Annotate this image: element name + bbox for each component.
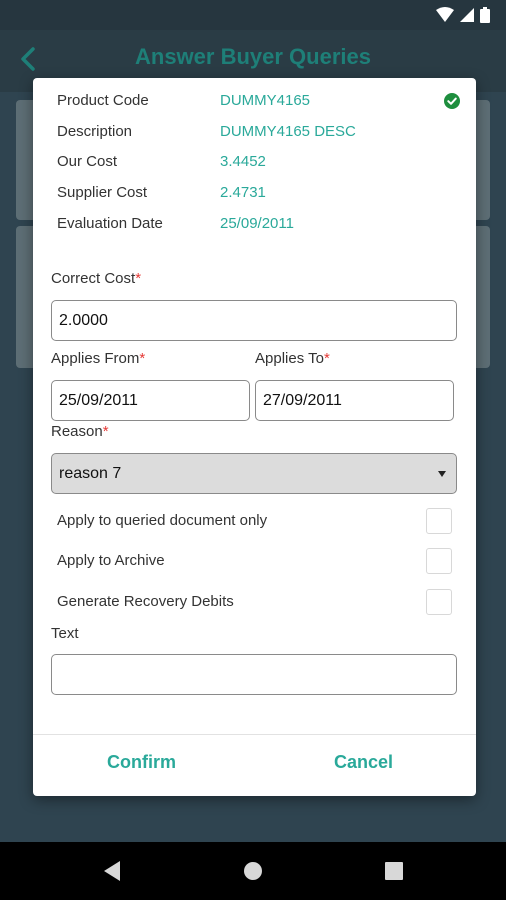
apply-to-archive-label: Apply to Archive <box>57 552 165 569</box>
correct-cost-label-text: Correct Cost <box>51 270 136 287</box>
confirm-button[interactable]: Confirm <box>107 752 176 773</box>
required-marker: * <box>102 423 109 440</box>
generate-recovery-debits-row: Generate Recovery Debits <box>57 589 452 617</box>
correct-cost-input[interactable]: 2.0000 <box>51 300 457 341</box>
our-cost-label: Our Cost <box>57 153 118 170</box>
apply-to-archive-checkbox[interactable] <box>426 548 452 574</box>
check-circle-icon <box>444 93 460 109</box>
reason-label-text: Reason <box>51 423 103 440</box>
text-label: Text <box>51 625 79 642</box>
applies-from-label: Applies From* <box>51 350 145 367</box>
description-value: DUMMY4165 DESC <box>220 123 356 140</box>
required-marker: * <box>323 350 330 367</box>
generate-recovery-debits-label: Generate Recovery Debits <box>57 593 234 610</box>
description-label: Description <box>57 123 133 140</box>
applies-from-label-text: Applies From <box>51 350 140 367</box>
answer-query-dialog: Product Code DUMMY4165 Description DUMMY… <box>33 78 476 796</box>
correct-cost-value: 2.0000 <box>59 311 108 329</box>
reason-select[interactable]: reason 7 <box>51 453 457 494</box>
evaluation-date-value: 25/09/2011 <box>220 215 294 232</box>
navigation-bar <box>0 842 506 900</box>
applies-to-input[interactable]: 27/09/2011 <box>255 380 454 421</box>
evaluation-date-label: Evaluation Date <box>57 215 163 232</box>
home-nav-icon[interactable] <box>243 860 263 882</box>
apply-to-queried-document-label: Apply to queried document only <box>57 512 268 529</box>
battery-icon <box>480 7 490 23</box>
back-nav-icon[interactable] <box>102 860 122 882</box>
our-cost-value: 3.4452 <box>220 153 266 170</box>
reason-selected-value: reason 7 <box>59 464 122 482</box>
product-code-value: DUMMY4165 <box>220 92 311 109</box>
supplier-cost-value: 2.4731 <box>220 184 266 201</box>
page-title: Answer Buyer Queries <box>135 44 371 69</box>
applies-from-input[interactable]: 25/09/2011 <box>51 380 250 421</box>
required-marker: * <box>139 350 146 367</box>
apply-to-archive-row: Apply to Archive <box>57 548 452 576</box>
supplier-cost-label: Supplier Cost <box>57 184 148 201</box>
signal-icon <box>460 8 474 22</box>
status-icons <box>436 7 490 23</box>
applies-to-label: Applies To* <box>255 350 330 367</box>
apply-to-queried-document-row: Apply to queried document only <box>57 508 452 536</box>
reason-label: Reason* <box>51 423 109 440</box>
correct-cost-label: Correct Cost* <box>51 270 141 287</box>
cancel-button[interactable]: Cancel <box>334 752 393 773</box>
required-marker: * <box>135 270 142 287</box>
applies-to-value: 27/09/2011 <box>263 391 342 409</box>
wifi-icon <box>436 7 454 22</box>
dialog-divider <box>33 734 476 735</box>
generate-recovery-debits-checkbox[interactable] <box>426 589 452 615</box>
apply-to-queried-document-checkbox[interactable] <box>426 508 452 534</box>
status-bar <box>0 0 506 30</box>
text-input[interactable] <box>51 654 457 695</box>
applies-to-label-text: Applies To <box>255 350 324 367</box>
applies-from-value: 25/09/2011 <box>59 391 138 409</box>
dropdown-arrow-icon <box>438 471 446 477</box>
recents-nav-icon[interactable] <box>384 860 404 882</box>
product-code-label: Product Code <box>57 92 149 109</box>
